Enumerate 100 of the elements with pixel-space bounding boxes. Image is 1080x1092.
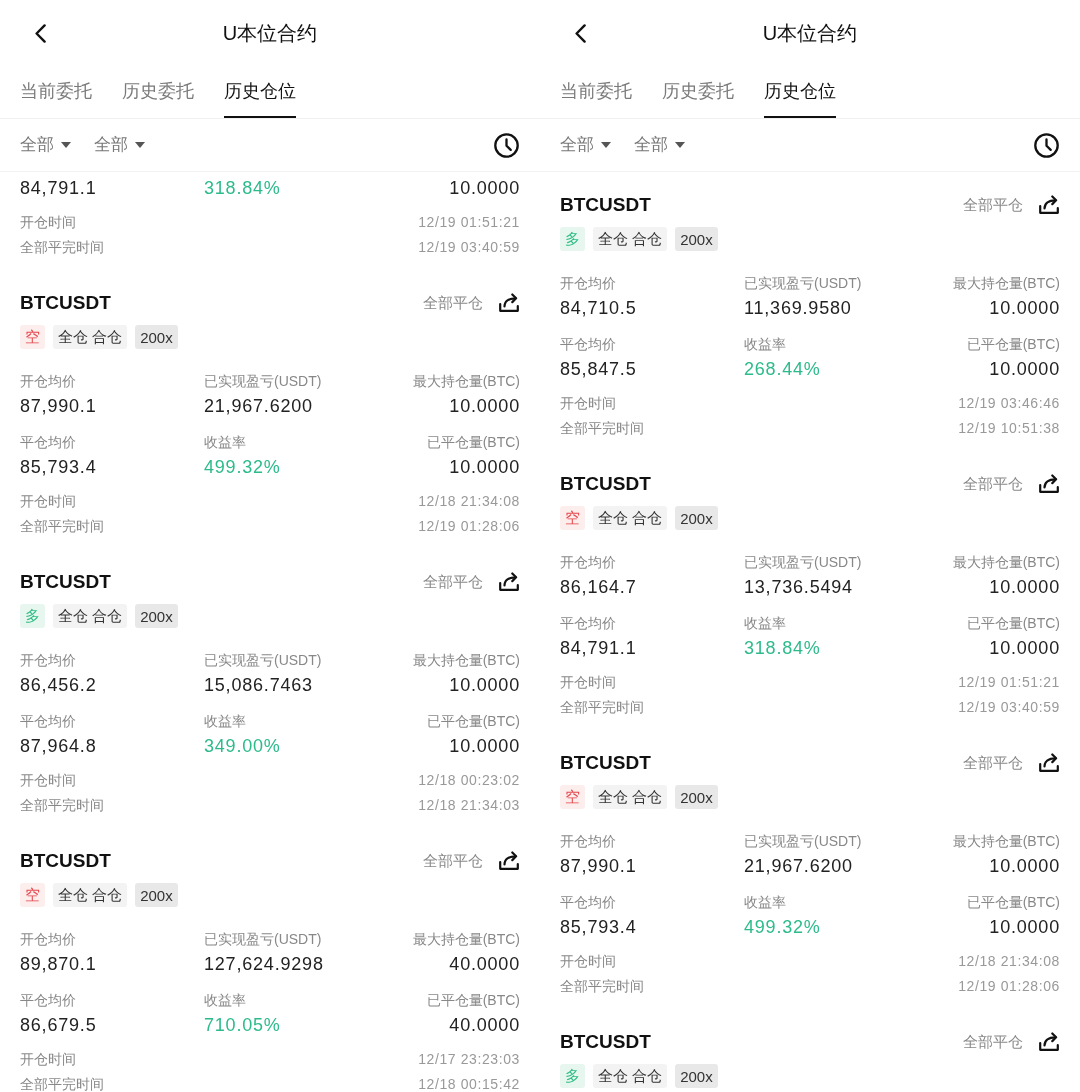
filter-dropdown[interactable]: 全部 <box>560 133 611 157</box>
back-icon[interactable] <box>575 23 586 43</box>
metric-label: 收益率 <box>744 614 786 632</box>
close-all-button[interactable]: 全部平仓 <box>963 752 1023 774</box>
metric-value: 349.00% <box>204 735 281 758</box>
close-all-button[interactable]: 全部平仓 <box>963 473 1023 495</box>
tab[interactable]: 历史委托 <box>662 78 734 118</box>
margin-mode-tag: 全仓 合仓 <box>53 325 128 349</box>
metric-value: 10.0000 <box>449 395 520 418</box>
pair-symbol: BTCUSDT <box>560 751 651 775</box>
metric-label: 开仓均价 <box>560 274 616 292</box>
metric-label: 已实现盈亏(USDT) <box>744 832 862 850</box>
close-all-button[interactable]: 全部平仓 <box>963 194 1023 216</box>
margin-mode-tag: 全仓 合仓 <box>593 506 668 530</box>
tab[interactable]: 当前委托 <box>560 78 632 118</box>
side-tag: 多 <box>560 1064 585 1088</box>
metric-value: 10.0000 <box>449 177 520 200</box>
metric-value: 87,990.1 <box>560 855 637 878</box>
time-label: 开仓时间 <box>20 771 76 790</box>
share-icon[interactable] <box>498 293 520 313</box>
metric-label: 平仓均价 <box>560 893 616 911</box>
metric-label: 已实现盈亏(USDT) <box>744 553 862 571</box>
metric-label: 最大持仓量(BTC) <box>412 372 520 390</box>
caret-icon <box>135 142 145 148</box>
metric-value: 84,710.5 <box>560 297 637 320</box>
share-icon[interactable] <box>498 572 520 592</box>
clock-icon[interactable] <box>494 132 519 158</box>
metric-value: 85,847.5 <box>560 358 637 381</box>
margin-mode-tag: 全仓 合仓 <box>593 785 668 809</box>
time-value: 12/18 21:34:08 <box>958 952 1060 971</box>
side-tag: 空 <box>20 883 45 907</box>
metric-value: 10.0000 <box>449 674 520 697</box>
side-tag: 多 <box>20 604 45 628</box>
filter-dropdown[interactable]: 全部 <box>634 133 685 157</box>
filter-dropdown[interactable]: 全部 <box>94 133 145 157</box>
pair-symbol: BTCUSDT <box>560 1030 651 1054</box>
time-label: 全部平完时间 <box>20 517 104 536</box>
metric-label: 开仓均价 <box>20 930 76 948</box>
tab[interactable]: 历史仓位 <box>764 78 836 118</box>
metric-value: 87,964.8 <box>20 735 97 758</box>
metric-label: 最大持仓量(BTC) <box>412 651 520 669</box>
metric-value: 87,990.1 <box>20 395 97 418</box>
close-all-button[interactable]: 全部平仓 <box>423 571 483 593</box>
metric-label: 平仓均价 <box>560 335 616 353</box>
metric-value: 318.84% <box>744 637 821 660</box>
time-value: 12/18 00:15:42 <box>418 1075 520 1092</box>
time-value: 12/19 01:51:21 <box>418 213 520 232</box>
share-icon[interactable] <box>498 851 520 871</box>
metric-value: 89,870.1 <box>20 953 97 976</box>
metric-label: 已实现盈亏(USDT) <box>744 274 862 292</box>
close-all-button[interactable]: 全部平仓 <box>963 1031 1023 1053</box>
metric-label: 开仓均价 <box>20 372 76 390</box>
tab[interactable]: 历史委托 <box>122 78 194 118</box>
metric-value: 710.05% <box>204 1014 281 1037</box>
tab[interactable]: 当前委托 <box>20 78 92 118</box>
time-label: 全部平完时间 <box>560 698 644 717</box>
side-tag: 空 <box>20 325 45 349</box>
side-tag: 空 <box>560 506 585 530</box>
margin-mode-tag: 全仓 合仓 <box>53 883 128 907</box>
metric-value: 86,679.5 <box>20 1014 97 1037</box>
metric-label: 已平仓量(BTC) <box>966 614 1060 632</box>
metric-value: 10.0000 <box>989 297 1060 320</box>
time-label: 全部平完时间 <box>20 1075 104 1092</box>
time-label: 全部平完时间 <box>20 238 104 257</box>
time-label: 全部平完时间 <box>560 419 644 438</box>
metric-value: 10.0000 <box>989 637 1060 660</box>
back-icon[interactable] <box>35 23 46 43</box>
time-value: 12/18 00:23:02 <box>418 771 520 790</box>
metric-value: 11,369.9580 <box>744 297 852 320</box>
share-icon[interactable] <box>1038 195 1060 215</box>
metric-label: 收益率 <box>744 893 786 911</box>
pair-symbol: BTCUSDT <box>20 570 111 594</box>
screen-title: U本位合约 <box>762 21 858 46</box>
side-tag: 多 <box>560 227 585 251</box>
tab[interactable]: 历史仓位 <box>224 78 296 118</box>
share-icon[interactable] <box>1038 1032 1060 1052</box>
metric-value: 84,791.1 <box>560 637 637 660</box>
time-value: 12/17 23:23:03 <box>418 1050 520 1069</box>
metric-value: 10.0000 <box>449 735 520 758</box>
close-all-button[interactable]: 全部平仓 <box>423 292 483 314</box>
clock-icon[interactable] <box>1034 132 1059 158</box>
pair-symbol: BTCUSDT <box>560 472 651 496</box>
metric-label: 平仓均价 <box>560 614 616 632</box>
metric-value: 10.0000 <box>989 855 1060 878</box>
caret-icon <box>601 142 611 148</box>
metric-value: 21,967.6200 <box>204 395 313 418</box>
share-icon[interactable] <box>1038 753 1060 773</box>
metric-label: 开仓均价 <box>560 832 616 850</box>
metric-label: 平仓均价 <box>20 433 76 451</box>
metric-label: 已实现盈亏(USDT) <box>204 930 322 948</box>
leverage-tag: 200x <box>675 1064 718 1088</box>
share-icon[interactable] <box>1038 474 1060 494</box>
metric-value: 40.0000 <box>449 953 520 976</box>
metric-value: 85,793.4 <box>20 456 97 479</box>
metric-label: 平仓均价 <box>20 712 76 730</box>
metric-value: 86,456.2 <box>20 674 97 697</box>
filter-dropdown[interactable]: 全部 <box>20 133 71 157</box>
close-all-button[interactable]: 全部平仓 <box>423 850 483 872</box>
metric-label: 平仓均价 <box>20 991 76 1009</box>
time-label: 开仓时间 <box>560 673 616 692</box>
